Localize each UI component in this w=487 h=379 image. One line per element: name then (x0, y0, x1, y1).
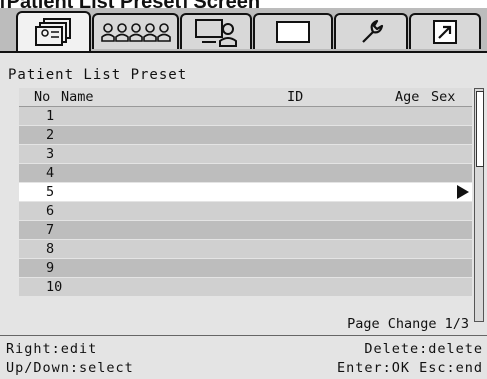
row-number: 8 (46, 241, 55, 257)
row-number: 10 (46, 279, 63, 295)
col-id: ID (287, 89, 304, 105)
row-number: 4 (46, 165, 55, 181)
selection-arrow-icon (457, 185, 469, 199)
tab-export[interactable] (409, 13, 481, 49)
help-up-down: Up/Down:select (6, 360, 134, 376)
blank-screen-icon (276, 21, 310, 43)
tab-bar (0, 8, 487, 52)
row-number: 5 (46, 184, 55, 200)
screen-title: Patient List Preset (8, 67, 188, 83)
tab-computer-user[interactable] (180, 13, 252, 49)
page-change-indicator: Page Change 1/3 (347, 316, 469, 332)
wrench-icon (362, 19, 384, 43)
row-number: 6 (46, 203, 55, 219)
key-help-footer: Right:edit Delete:delete Up/Down:select … (0, 335, 487, 379)
device-screen: Patient List Preset No Name ID Age Sex 1… (0, 8, 487, 379)
list-header: No Name ID Age Sex (19, 88, 472, 107)
col-no: No (34, 89, 51, 105)
computer-user-icon (195, 19, 237, 47)
content-panel: Patient List Preset No Name ID Age Sex 1… (0, 51, 487, 379)
list-row-selected[interactable]: 5 (19, 183, 472, 201)
row-number: 9 (46, 260, 55, 276)
row-number: 1 (46, 108, 55, 124)
tab-settings[interactable] (334, 13, 408, 49)
tab-patient-list[interactable] (16, 11, 91, 51)
row-number: 3 (46, 146, 55, 162)
list-row[interactable]: 3 (19, 145, 472, 163)
patient-list-icon (34, 18, 71, 46)
list-row[interactable]: 4 (19, 164, 472, 182)
tab-blank[interactable] (253, 13, 333, 49)
list-row[interactable]: 7 (19, 221, 472, 239)
row-number: 2 (46, 127, 55, 143)
people-icon (100, 23, 171, 42)
patient-list: No Name ID Age Sex 1 2 3 4 5 6 7 8 9 10 (19, 88, 472, 322)
list-row[interactable]: 8 (19, 240, 472, 258)
row-number: 7 (46, 222, 55, 238)
col-sex: Sex (431, 89, 456, 105)
list-row[interactable]: 6 (19, 202, 472, 220)
tab-patients[interactable] (92, 13, 179, 49)
list-scrollbar[interactable] (474, 88, 484, 322)
list-row[interactable]: 10 (19, 278, 472, 296)
list-row[interactable]: 1 (19, 107, 472, 125)
col-name: Name (61, 89, 94, 105)
arrow-out-icon (433, 20, 457, 44)
help-delete: Delete:delete (364, 341, 483, 357)
scrollbar-thumb[interactable] (476, 91, 484, 167)
list-row[interactable]: 2 (19, 126, 472, 144)
help-right-edit: Right:edit (6, 341, 98, 357)
list-row[interactable]: 9 (19, 259, 472, 277)
col-age: Age (395, 89, 420, 105)
help-enter-esc: Enter:OK Esc:end (336, 360, 483, 376)
